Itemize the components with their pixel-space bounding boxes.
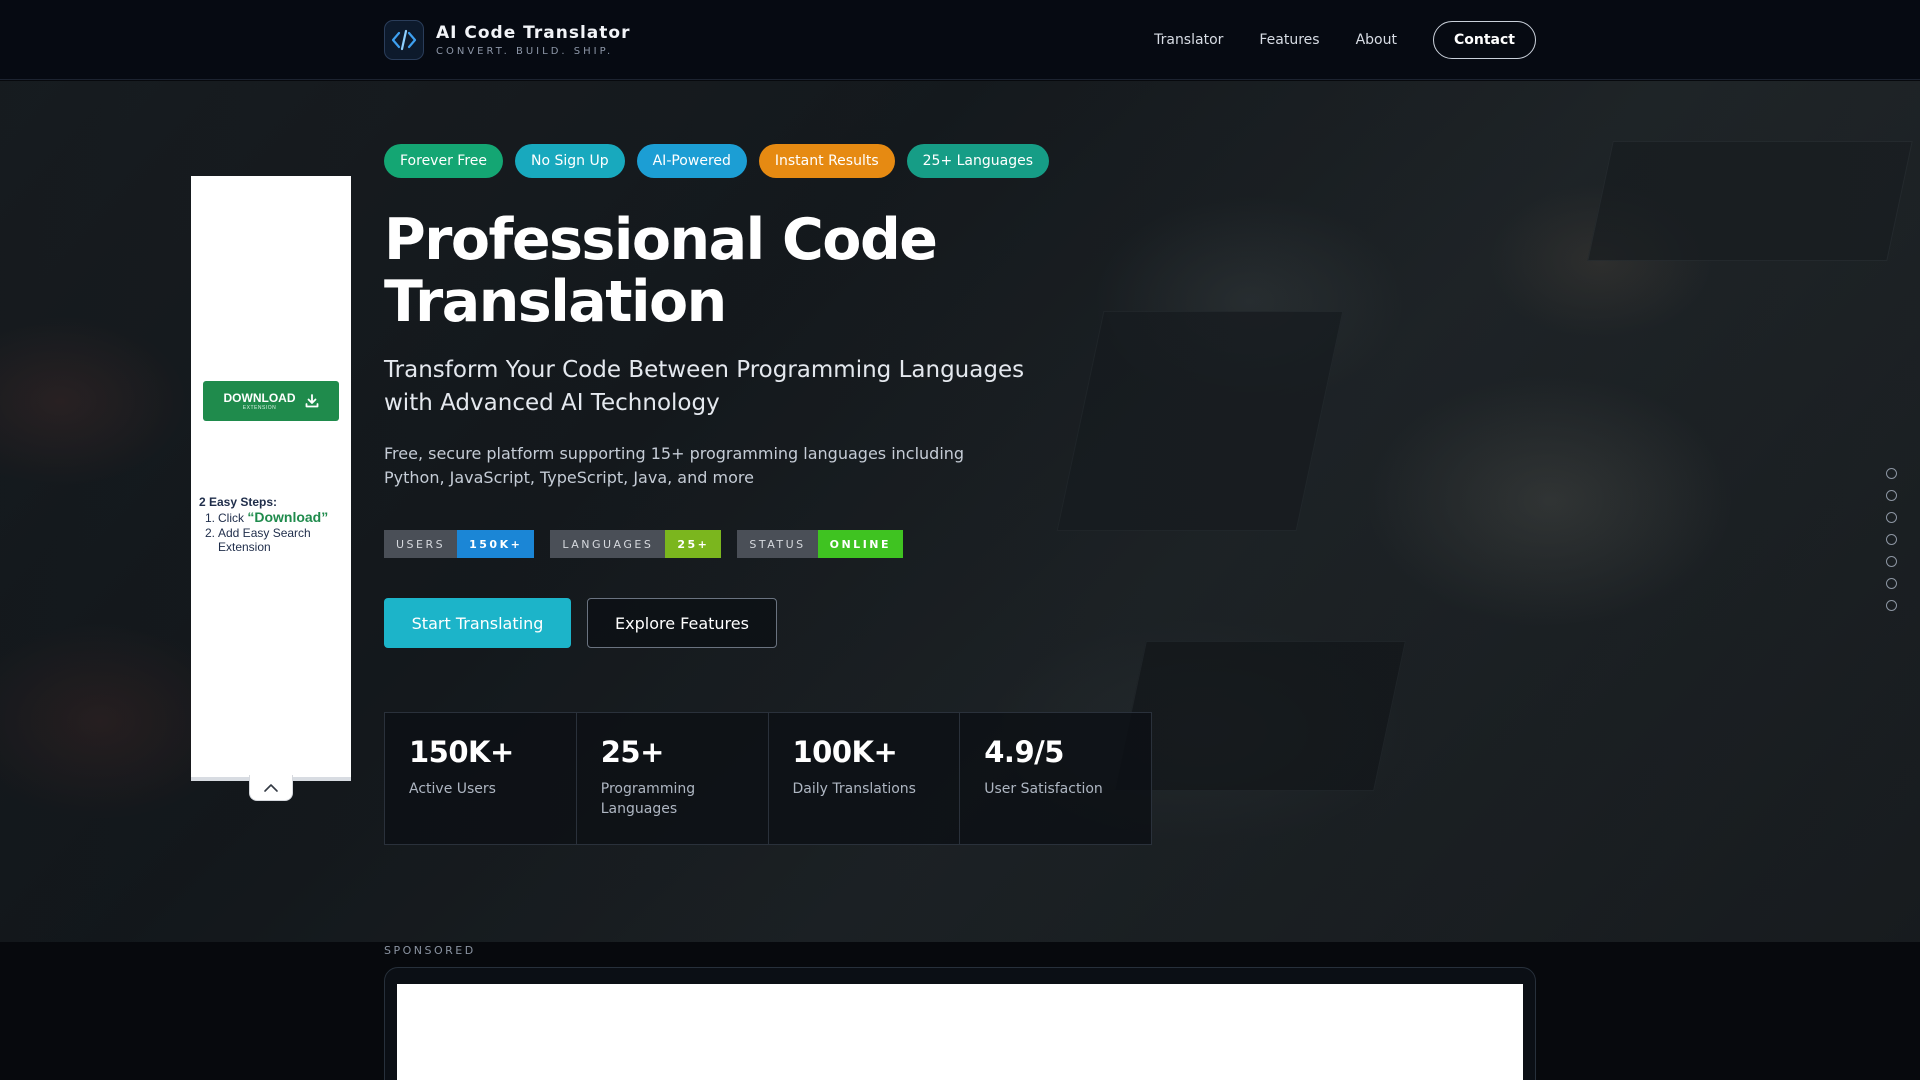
explore-features-button[interactable]: Explore Features: [587, 598, 777, 648]
pager-dot[interactable]: [1886, 534, 1897, 545]
ad-step-2-cont: Extension: [218, 540, 271, 554]
stat-card: 100K+ Daily Translations: [769, 713, 961, 844]
ad-panel: DOWNLOAD EXTENSION 2 Easy Steps: 1. Click…: [191, 176, 351, 780]
code-brackets-icon: [384, 20, 424, 60]
stat-label: Programming Languages: [600, 781, 696, 817]
brand-tagline: CONVERT. BUILD. SHIP.: [436, 46, 614, 57]
shield-key: STATUS: [737, 530, 818, 558]
stat-card: 150K+ Active Users: [385, 713, 577, 844]
shield-key: USERS: [384, 530, 458, 558]
ad-collapse-button[interactable]: [249, 775, 293, 801]
shield-key: LANGUAGES: [550, 530, 666, 558]
shield-value: ONLINE: [817, 530, 904, 558]
pager-dot[interactable]: [1886, 512, 1897, 523]
badge-ai-powered[interactable]: AI-Powered: [636, 144, 747, 178]
section-pager: [1886, 468, 1897, 622]
shield-value: 150K+: [457, 530, 535, 558]
badge-no-sign-up[interactable]: No Sign Up: [515, 144, 625, 178]
ad-step-text: Click: [218, 511, 248, 525]
main-nav: Translator Features About Contact: [1154, 21, 1536, 59]
shield-users: USERS 150K+: [384, 530, 535, 558]
stat-value: 4.9/5: [984, 735, 1064, 769]
ad-steps: 2 Easy Steps: 1. Click “Download” 2. Add E…: [199, 495, 347, 554]
contact-button[interactable]: Contact: [1433, 21, 1536, 59]
sponsored-label: SPONSORED: [384, 944, 476, 957]
ad-download-label: DOWNLOAD: [223, 391, 296, 405]
pager-dot[interactable]: [1886, 490, 1897, 501]
stat-card: 4.9/5 User Satisfaction: [960, 713, 1151, 844]
shield-value: 25+: [665, 530, 722, 558]
stat-card: 25+ Programming Languages: [577, 713, 769, 844]
download-arrow-icon: [305, 394, 319, 408]
badge-25-languages[interactable]: 25+ Languages: [906, 144, 1050, 178]
hero-title: Professional Code Translation: [384, 207, 938, 335]
feature-badges: Forever Free No Sign Up AI-Powered Insta…: [384, 144, 1061, 178]
stat-value: 150K+: [409, 735, 514, 769]
nav-link-about[interactable]: About: [1356, 32, 1397, 48]
brand[interactable]: AI Code Translator CONVERT. BUILD. SHIP.: [384, 20, 630, 60]
stat-label: Daily Translations: [792, 781, 916, 797]
sponsored-ad-slot[interactable]: [397, 984, 1523, 1080]
ad-step-2: 2. Add Easy Search: [205, 526, 311, 540]
ad-step-text: Add Easy Search: [218, 526, 311, 540]
hero-description: Free, secure platform supporting 15+ pro…: [384, 444, 965, 487]
ad-step-1: 1. Click “Download”: [205, 509, 329, 525]
stat-value: 25+: [600, 735, 665, 769]
status-shields: USERS 150K+ LANGUAGES 25+ STATUS ONLINE: [384, 530, 919, 558]
pager-dot[interactable]: [1886, 578, 1897, 589]
badge-forever-free[interactable]: Forever Free: [384, 144, 503, 178]
stat-label: User Satisfaction: [984, 781, 1103, 797]
ad-download-sublabel: EXTENSION: [242, 405, 277, 411]
hero-subtitle: Transform Your Code Between Programming …: [384, 357, 1025, 416]
pager-dot[interactable]: [1886, 600, 1897, 611]
pager-dot[interactable]: [1886, 556, 1897, 567]
shield-languages: LANGUAGES 25+: [550, 530, 722, 558]
badge-instant-results[interactable]: Instant Results: [758, 144, 895, 178]
top-navbar: AI Code Translator CONVERT. BUILD. SHIP.…: [0, 0, 1920, 80]
ad-steps-title: 2 Easy Steps:: [199, 495, 278, 509]
shield-status: STATUS ONLINE: [737, 530, 904, 558]
nav-link-translator[interactable]: Translator: [1154, 32, 1223, 48]
brand-name: AI Code Translator: [436, 23, 631, 43]
chevron-up-icon: [263, 783, 279, 793]
pager-dot[interactable]: [1886, 468, 1897, 479]
start-translating-button[interactable]: Start Translating: [384, 598, 571, 648]
nav-link-features[interactable]: Features: [1259, 32, 1319, 48]
ad-download-button[interactable]: DOWNLOAD EXTENSION: [203, 381, 339, 421]
stat-label: Active Users: [409, 781, 496, 797]
stat-value: 100K+: [792, 735, 898, 769]
stats-panel: 150K+ Active Users 25+ Programming Langu…: [384, 712, 1152, 845]
ad-step-highlight: “Download”: [247, 509, 329, 525]
